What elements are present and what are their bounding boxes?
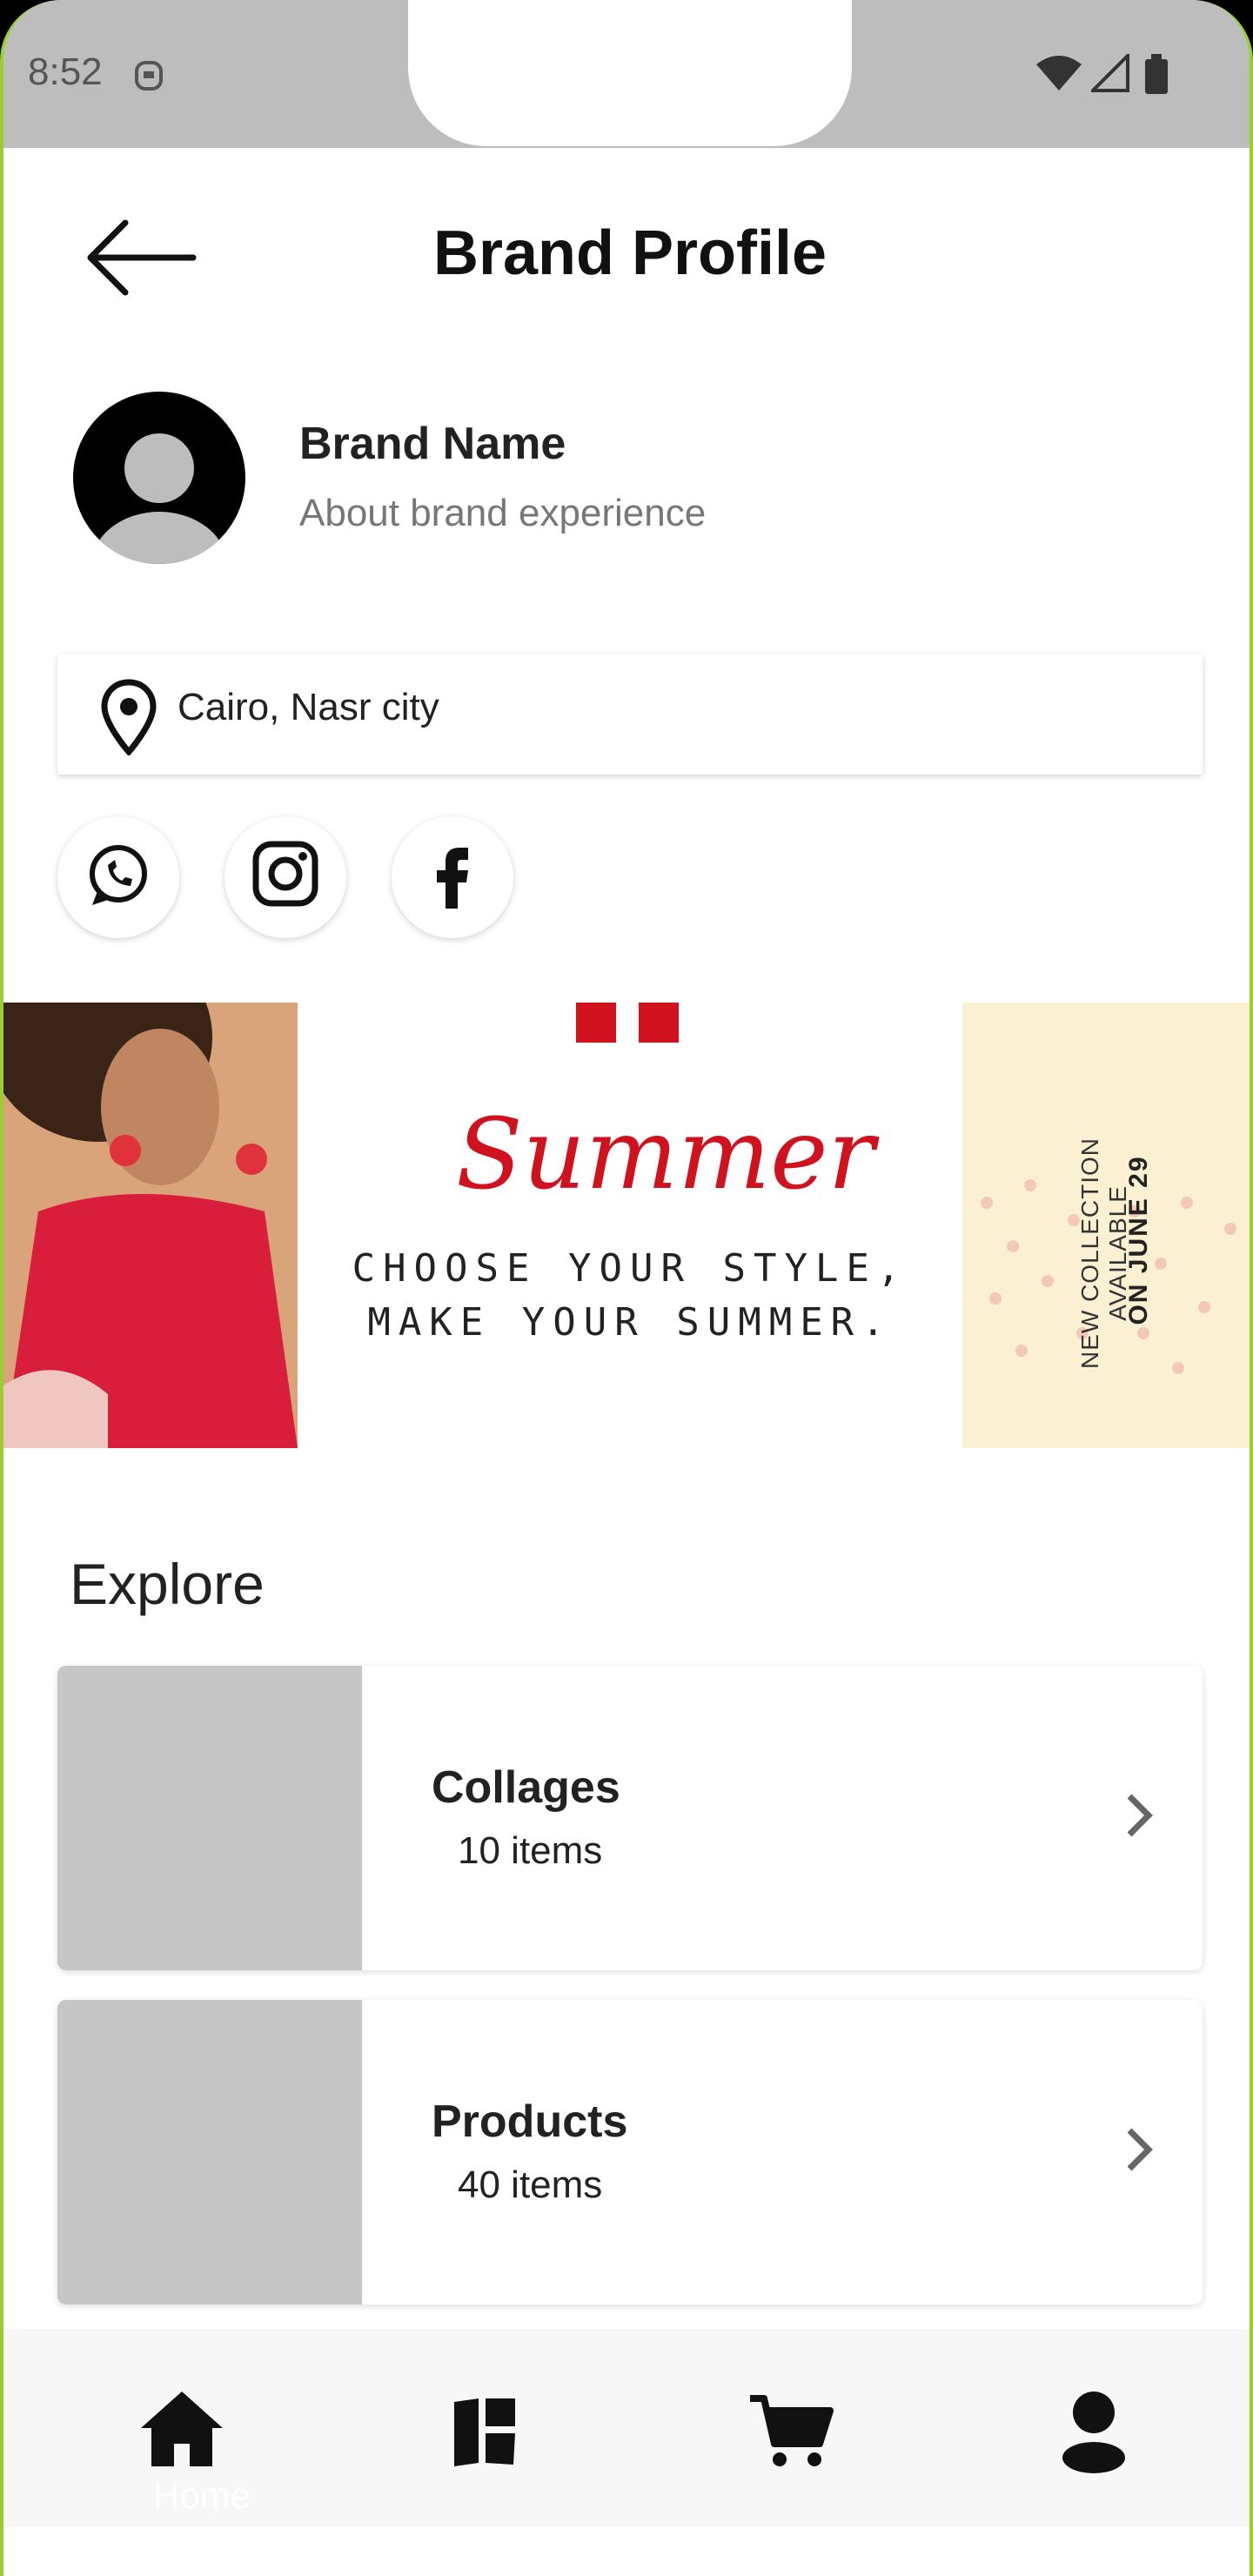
banner-graphic	[3, 933, 1250, 1448]
chevron-right-icon	[1127, 1794, 1153, 1837]
explore-heading: Explore	[70, 1552, 265, 1616]
banner-line-2: MAKE YOUR SUMMER.	[367, 1300, 893, 1345]
nav-cart[interactable]	[745, 2383, 841, 2479]
banner-line-1: CHOOSE YOUR STYLE,	[352, 1246, 908, 1291]
notification-icon	[135, 61, 163, 91]
collages-card[interactable]: Collages 10 items	[57, 1666, 1203, 1970]
avatar	[73, 392, 245, 564]
home-icon	[141, 2392, 223, 2466]
whatsapp-icon	[90, 845, 147, 905]
nav-home[interactable]	[134, 2383, 230, 2479]
products-card[interactable]: Products 40 items	[57, 2000, 1203, 2304]
card-count: 10 items	[458, 1829, 603, 1872]
profile-icon	[1062, 2392, 1125, 2473]
card-thumbnail	[57, 1666, 362, 1970]
page-title: Brand Profile	[432, 218, 828, 288]
card-title: Products	[432, 2096, 628, 2147]
instagram-icon	[252, 841, 318, 907]
app-screen: 8:52 Brand Profile Brand Name About bran…	[0, 0, 1253, 2576]
banner-side-line-2: ON JUNE 29	[1124, 1155, 1153, 1325]
location-card[interactable]: Cairo, Nasr city	[57, 654, 1203, 775]
instagram-button[interactable]	[224, 816, 346, 938]
promo-banner[interactable]: Summer CHOOSE YOUR STYLE, MAKE YOUR SUMM…	[3, 933, 1250, 1448]
brand-name: Brand Name	[299, 419, 566, 469]
card-count: 40 items	[458, 2163, 603, 2206]
banner-script-title: Summer	[456, 1098, 875, 1211]
facebook-button[interactable]	[392, 816, 513, 938]
nav-profile[interactable]	[1046, 2383, 1142, 2479]
status-time: 8:52	[28, 50, 103, 93]
nav-collages[interactable]	[437, 2383, 533, 2479]
cellular-icon	[1091, 54, 1129, 92]
bottom-nav: Home	[3, 2329, 1250, 2527]
battery-icon	[1145, 54, 1168, 94]
card-title: Collages	[432, 1762, 620, 1813]
chevron-right-icon	[1127, 2128, 1153, 2171]
collages-icon	[454, 2398, 515, 2466]
facebook-icon	[437, 848, 468, 909]
brand-about: About brand experience	[299, 492, 707, 534]
location-pin-icon	[101, 679, 157, 755]
location-text: Cairo, Nasr city	[178, 686, 439, 728]
nav-home-label: Home	[153, 2475, 251, 2516]
whatsapp-button[interactable]	[57, 816, 179, 938]
card-thumbnail	[57, 2000, 362, 2304]
camera-notch	[408, 0, 852, 146]
cart-icon	[750, 2395, 834, 2466]
wifi-icon	[1036, 56, 1082, 91]
system-home-indicator[interactable]	[517, 2550, 736, 2557]
